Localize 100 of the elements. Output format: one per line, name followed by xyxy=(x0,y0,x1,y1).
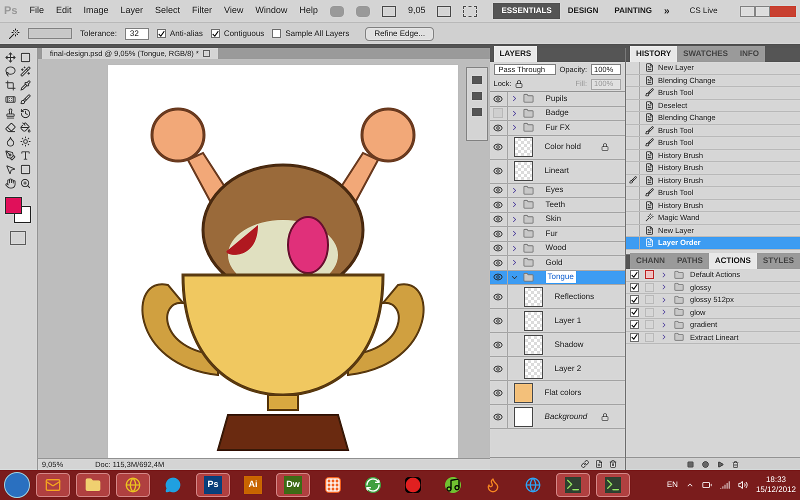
visibility-eye-icon[interactable] xyxy=(493,340,504,350)
visibility-eye-icon[interactable] xyxy=(493,94,504,104)
visibility-eye-icon[interactable] xyxy=(493,316,504,326)
new-layer-icon[interactable] xyxy=(595,460,604,468)
checkbox[interactable] xyxy=(210,29,220,38)
tool-icon[interactable] xyxy=(20,52,32,63)
dialog-toggle[interactable] xyxy=(645,270,654,280)
magic-wand-icon[interactable] xyxy=(8,28,20,40)
layer-row[interactable]: Teeth xyxy=(490,198,626,212)
close-button[interactable] xyxy=(770,6,796,16)
tool-icon[interactable] xyxy=(5,66,16,77)
visibility-eye-icon[interactable] xyxy=(493,258,504,268)
panel-tab[interactable]: ACTIONS xyxy=(708,253,757,269)
tool-icon[interactable] xyxy=(20,178,32,189)
refine-edge-button[interactable]: Refine Edge... xyxy=(365,26,434,40)
link-icon[interactable] xyxy=(581,460,590,468)
menu-item[interactable]: Image xyxy=(84,4,109,18)
trash-icon[interactable] xyxy=(609,460,618,468)
layer-row[interactable]: Eyes xyxy=(490,184,626,198)
tool-icon[interactable] xyxy=(20,164,32,175)
layer-row[interactable]: Background xyxy=(490,405,626,429)
canvas[interactable] xyxy=(108,65,458,458)
maximize-button[interactable] xyxy=(755,6,770,16)
panel-icon[interactable] xyxy=(472,92,482,100)
action-toggle-checkbox[interactable] xyxy=(630,332,640,342)
layer-row[interactable]: Skin xyxy=(490,212,626,227)
tool-icon[interactable] xyxy=(20,136,32,147)
action-toggle-checkbox[interactable] xyxy=(630,270,640,280)
history-source-icon[interactable] xyxy=(628,176,637,184)
action-toggle-checkbox[interactable] xyxy=(630,295,640,304)
cs-live-button[interactable]: CS Live xyxy=(690,5,718,17)
visibility-eye-icon[interactable] xyxy=(493,412,504,422)
lock-all-icon[interactable] xyxy=(515,80,524,88)
record-icon[interactable] xyxy=(702,460,710,468)
visibility-eye-icon[interactable] xyxy=(493,214,504,224)
tool-icon[interactable] xyxy=(5,150,16,161)
menu-item[interactable]: Window xyxy=(255,4,288,18)
signal-icon[interactable] xyxy=(720,480,730,490)
layer-row[interactable]: Badge xyxy=(490,106,626,121)
visibility-eye-icon[interactable] xyxy=(493,243,504,254)
language-indicator[interactable]: EN xyxy=(666,479,678,491)
taskbar-button[interactable]: Ai xyxy=(236,473,270,497)
checkbox[interactable] xyxy=(156,29,166,38)
checkbox[interactable] xyxy=(272,29,282,38)
tool-icon[interactable] xyxy=(5,164,16,175)
trash-icon[interactable] xyxy=(732,460,740,468)
visibility-eye-icon[interactable] xyxy=(493,200,504,210)
screen-mode-icon[interactable] xyxy=(463,6,478,16)
visibility-eye-icon[interactable] xyxy=(493,292,504,302)
start-button[interactable] xyxy=(4,472,30,498)
action-toggle-checkbox[interactable] xyxy=(630,308,640,317)
menu-item[interactable]: Edit xyxy=(56,4,72,18)
taskbar-button[interactable] xyxy=(556,473,590,497)
layer-row[interactable]: Fur FX xyxy=(490,121,626,136)
layer-row[interactable]: Flat colors xyxy=(490,381,626,405)
battery-icon[interactable] xyxy=(702,480,712,490)
visibility-eye-icon[interactable] xyxy=(493,185,504,196)
visibility-eye-icon[interactable] xyxy=(493,166,504,176)
tool-icon[interactable] xyxy=(20,150,32,161)
action-toggle-checkbox[interactable] xyxy=(630,282,640,292)
view-extras-icon[interactable] xyxy=(382,6,396,16)
tool-icon[interactable] xyxy=(5,94,16,105)
panel-tab[interactable]: HISTORY xyxy=(630,46,678,62)
menu-item[interactable]: Help xyxy=(299,4,318,18)
layer-row[interactable]: Reflections xyxy=(490,285,626,309)
tool-icon[interactable] xyxy=(20,122,32,133)
more-workspaces-button[interactable]: » xyxy=(660,4,674,18)
menu-item[interactable]: Select xyxy=(155,4,180,18)
tray-expand-icon[interactable] xyxy=(686,481,694,489)
tool-icon[interactable] xyxy=(5,52,16,63)
tool-icon[interactable] xyxy=(20,94,32,105)
dialog-toggle[interactable] xyxy=(645,332,654,342)
layer-row[interactable]: Pupils xyxy=(490,92,626,106)
layer-row[interactable]: Gold xyxy=(490,256,626,270)
visibility-toggle[interactable] xyxy=(493,108,504,118)
play-icon[interactable] xyxy=(717,460,724,468)
visibility-eye-icon[interactable] xyxy=(493,272,504,282)
taskbar-button[interactable]: Ps xyxy=(196,473,230,497)
tool-icon[interactable] xyxy=(20,80,32,91)
dialog-toggle[interactable] xyxy=(645,295,654,304)
zoom-level[interactable]: 9,05 xyxy=(408,4,426,18)
taskbar-button[interactable]: Dw xyxy=(276,473,310,497)
tool-icon[interactable] xyxy=(5,136,16,147)
layer-row[interactable]: Fur xyxy=(490,227,626,242)
action-toggle-checkbox[interactable] xyxy=(630,320,640,330)
tool-icon[interactable] xyxy=(5,122,16,133)
panel-icon[interactable] xyxy=(472,108,482,116)
tool-icon[interactable] xyxy=(5,80,16,91)
visibility-eye-icon[interactable] xyxy=(493,122,504,133)
layer-row[interactable]: Wood xyxy=(490,242,626,256)
workspace-button[interactable]: PAINTING xyxy=(606,3,660,19)
visibility-eye-icon[interactable] xyxy=(493,228,504,239)
menu-item[interactable]: Filter xyxy=(192,4,212,18)
layer-row[interactable]: Lineart xyxy=(490,160,626,184)
layer-row[interactable]: Layer 1 xyxy=(490,309,626,333)
menu-item[interactable]: View xyxy=(224,4,244,18)
layer-row[interactable]: Color hold xyxy=(490,136,626,160)
visibility-eye-icon[interactable] xyxy=(493,142,504,152)
tool-icon[interactable] xyxy=(5,108,16,119)
arrange-icon[interactable] xyxy=(437,6,452,16)
